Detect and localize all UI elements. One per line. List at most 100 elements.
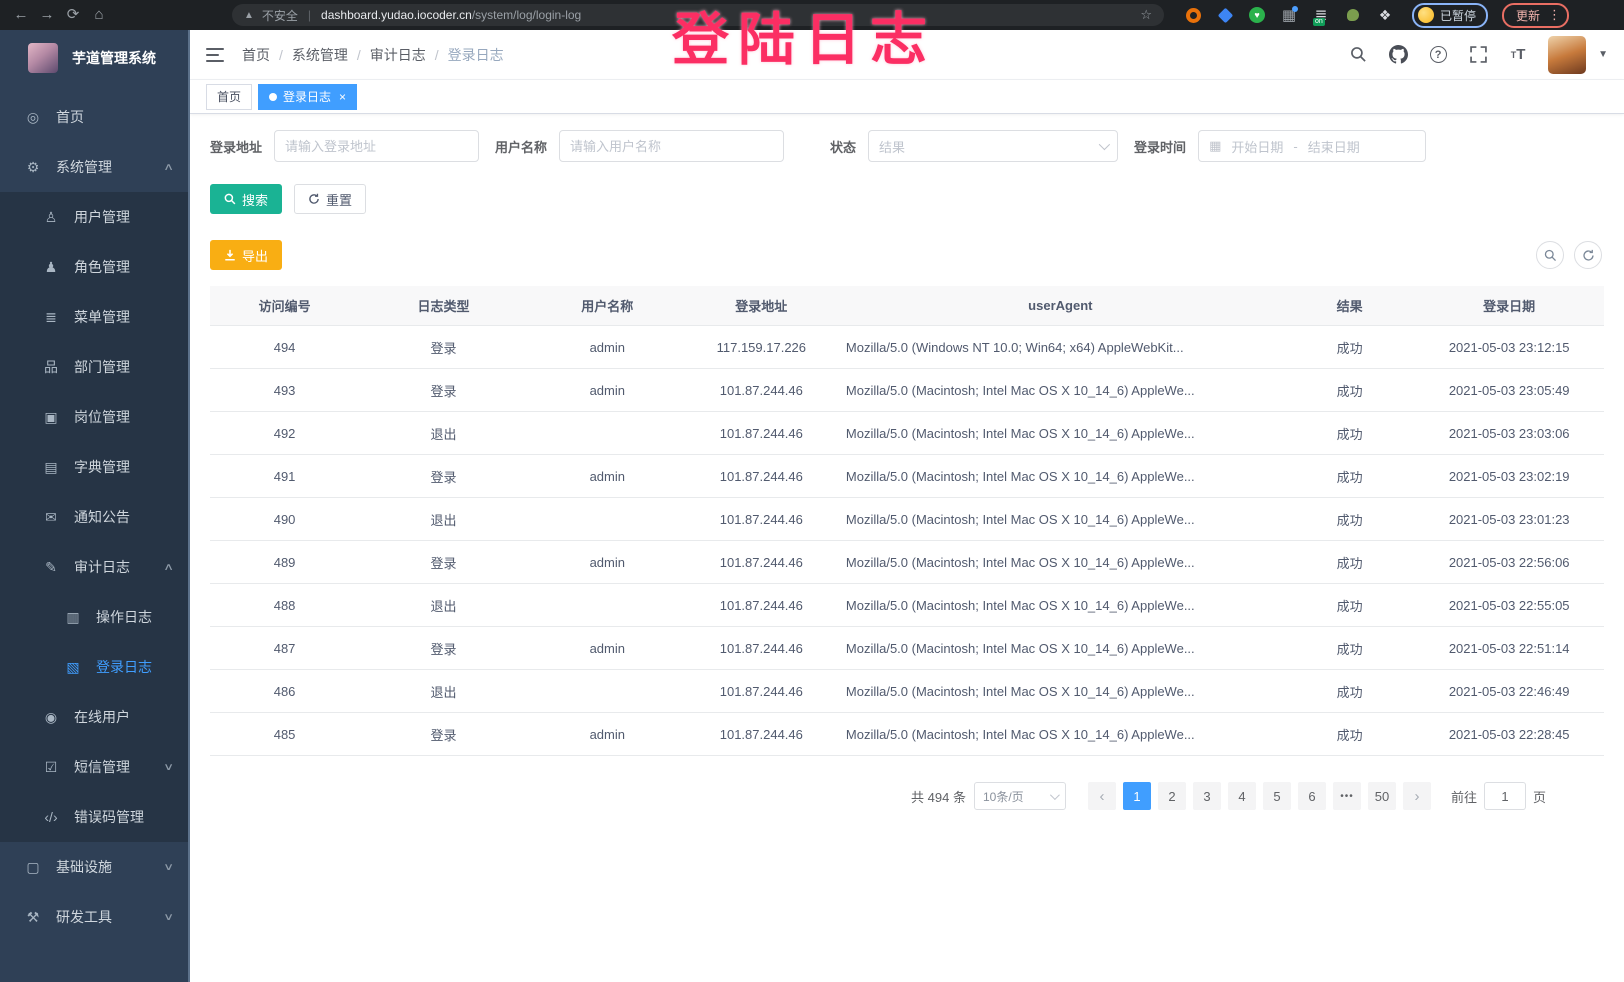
sidebar-item-label: 研发工具 [56,907,112,927]
browser-menu-icon[interactable]: ⋮ [1548,7,1561,23]
table-row: 488退出101.87.244.46Mozilla/5.0 (Macintosh… [210,584,1604,627]
sidebar-item-error-code-management[interactable]: ‹/› 错误码管理 [0,792,190,842]
extension-list-icon[interactable]: ≣on [1312,6,1330,24]
content-area: 首页 / 系统管理 / 审计日志 / 登录日志 ? [190,30,1624,982]
url-text[interactable]: dashboard.yudao.iocoder.cn/system/log/lo… [321,8,581,22]
sidebar-item-audit-log[interactable]: ✎ 审计日志 ∧ [0,542,190,592]
github-icon[interactable] [1388,45,1408,65]
pager-ellipsis[interactable]: ••• [1333,782,1361,810]
table-row: 485登录admin101.87.244.46Mozilla/5.0 (Maci… [210,713,1604,756]
breadcrumb-link[interactable]: 系统管理 [292,45,348,65]
filter-actions: 搜索 重置 [210,184,1604,214]
sidebar-item-infrastructure[interactable]: ▢ 基础设施 ∨ [0,842,190,892]
sidebar-item-sms-management[interactable]: ☑ 短信管理 ∨ [0,742,190,792]
page-button[interactable]: 4 [1228,782,1256,810]
sidebar-item-online-users[interactable]: ◉ 在线用户 [0,692,190,742]
system-management-icon: ⚙ [24,159,42,176]
breadcrumb-link[interactable]: 审计日志 [370,45,426,65]
sidebar-item-operation-log[interactable]: ▥ 操作日志 [0,592,190,642]
refresh-table-button[interactable] [1574,241,1602,269]
tab-首页[interactable]: 首页 [206,84,252,110]
sidebar-item-role-management[interactable]: ♟ 角色管理 [0,242,190,292]
cell-date: 2021-05-03 23:02:19 [1414,469,1604,484]
bookmark-star-icon[interactable]: ☆ [1140,7,1152,23]
hamburger-icon[interactable] [206,48,224,62]
date-range-picker[interactable]: ▦ 开始日期 - 结束日期 [1198,130,1426,162]
page-size-select[interactable]: 10条/页 [974,782,1066,810]
prev-page-button[interactable]: ‹ [1088,782,1116,810]
next-page-button[interactable]: › [1403,782,1431,810]
extension-gem-icon[interactable] [1216,6,1234,24]
page-button[interactable]: 2 [1158,782,1186,810]
extensions-puzzle-icon[interactable]: ❖ [1376,6,1394,24]
sidebar-item-label: 登录日志 [96,657,152,677]
page-button[interactable]: 5 [1263,782,1291,810]
help-icon[interactable]: ? [1428,45,1448,65]
browser-update-button[interactable]: 更新 ⋮ [1502,3,1569,28]
reset-button[interactable]: 重置 [294,184,366,214]
close-icon[interactable]: × [339,90,346,104]
breadcrumb-link[interactable]: 首页 [242,45,270,65]
export-button[interactable]: 导出 [210,240,282,270]
user-avatar[interactable] [1548,36,1586,74]
cell-user: admin [528,469,687,484]
end-date-placeholder[interactable]: 结束日期 [1308,137,1360,156]
cell-type: 退出 [359,682,528,701]
extension-grid-icon[interactable]: ▦ [1280,6,1298,24]
browser-reload-icon[interactable]: ⟳ [62,0,84,30]
update-label: 更新 [1516,7,1540,24]
browser-profile-chip[interactable]: 已暂停 [1412,3,1488,28]
status-select[interactable]: 结果 [868,130,1118,162]
cell-agent: Mozilla/5.0 (Macintosh; Intel Mac OS X 1… [836,598,1285,613]
login-address-input[interactable] [274,130,479,162]
sidebar-item-login-log[interactable]: ▧ 登录日志 [0,642,190,692]
column-header: userAgent [836,298,1285,313]
page-button[interactable]: 6 [1298,782,1326,810]
fullscreen-icon[interactable] [1468,45,1488,65]
cell-result: 成功 [1285,725,1415,744]
browser-forward-icon[interactable]: → [36,0,58,30]
username-input[interactable] [559,130,784,162]
sidebar-item-dev-tools[interactable]: ⚒ 研发工具 ∨ [0,892,190,942]
avatar-caret-icon[interactable]: ▼ [1598,49,1608,60]
address-bar[interactable]: ▲ 不安全 | dashboard.yudao.iocoder.cn/syste… [232,4,1164,26]
extension-heart-icon[interactable]: ♥ [1248,6,1266,24]
sidebar-item-home[interactable]: ◎ 首页 [0,92,190,142]
browser-toolbar: ← → ⟳ ⌂ ▲ 不安全 | dashboard.yudao.iocoder.… [0,0,1624,30]
login-log-page: 登录地址 用户名称 状态 结果 登录时间 ▦ 开始日期 - 结束日期 [190,114,1624,982]
browser-home-icon[interactable]: ⌂ [88,0,110,30]
goto-unit-label: 页 [1533,787,1546,806]
cell-type: 登录 [359,553,528,572]
sidebar-item-user-management[interactable]: ♙ 用户管理 [0,192,190,242]
table-header: 访问编号日志类型用户名称登录地址userAgent结果登录日期 [210,286,1604,326]
sidebar-item-system-management[interactable]: ⚙ 系统管理 ∧ [0,142,190,192]
search-button[interactable]: 搜索 [210,184,282,214]
cell-id: 491 [210,469,359,484]
reset-button-label: 重置 [326,190,352,209]
sidebar-item-post-management[interactable]: ▣ 岗位管理 [0,392,190,442]
cell-result: 成功 [1285,639,1415,658]
goto-page-input[interactable] [1484,782,1526,810]
not-secure-label[interactable]: 不安全 [262,7,298,24]
page-button[interactable]: 1 [1123,782,1151,810]
column-header: 访问编号 [210,296,359,315]
start-date-placeholder[interactable]: 开始日期 [1231,137,1283,156]
browser-back-icon[interactable]: ← [10,0,32,30]
extension-leaf-icon[interactable] [1344,6,1362,24]
sidebar-item-dept-management[interactable]: 品 部门管理 [0,342,190,392]
sidebar-item-notice-announcement[interactable]: ✉ 通知公告 [0,492,190,542]
cell-type: 登录 [359,381,528,400]
font-size-icon[interactable]: TT [1508,45,1528,65]
sidebar-item-menu-management[interactable]: ≣ 菜单管理 [0,292,190,342]
sidebar-item-label: 通知公告 [74,507,130,527]
search-icon[interactable] [1348,45,1368,65]
tab-登录日志[interactable]: 登录日志 × [258,84,357,110]
page-button[interactable]: 3 [1193,782,1221,810]
sidebar-item-dict-management[interactable]: ▤ 字典管理 [0,442,190,492]
table-toolbar: 导出 [210,240,1604,270]
extensions-area: ♥ ▦ ≣on ❖ [1184,6,1394,24]
page-button[interactable]: 50 [1368,782,1396,810]
toggle-search-button[interactable] [1536,241,1564,269]
extension-orange-icon[interactable] [1184,6,1202,24]
submenu-arrow-icon: ∨ [163,912,174,923]
